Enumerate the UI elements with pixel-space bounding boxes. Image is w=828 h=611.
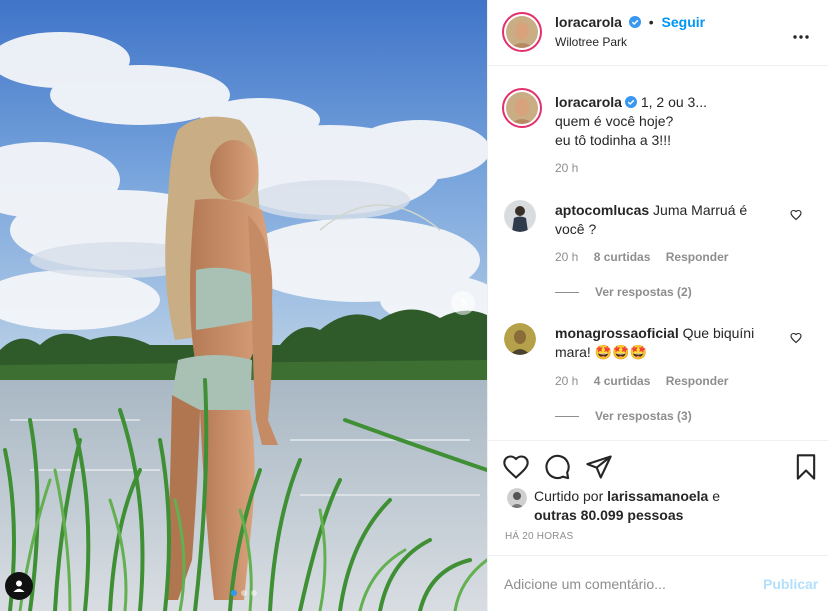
publish-button[interactable]: Publicar	[763, 576, 818, 592]
avatar	[504, 200, 536, 232]
caption-line: quem é você hoje?	[555, 113, 674, 129]
caption-time[interactable]: 20 h	[555, 161, 578, 175]
replies-divider	[555, 416, 579, 418]
post-location[interactable]: Wilotree Park	[555, 35, 627, 49]
more-options-icon	[793, 35, 809, 39]
comment-meta: 20 h 8 curtidas Responder	[555, 250, 728, 264]
view-replies-button[interactable]: Ver respostas (3)	[555, 409, 692, 423]
avatar	[506, 92, 538, 124]
post-photo[interactable]	[0, 0, 487, 611]
commenter-avatar[interactable]	[504, 323, 536, 355]
post-header: loracarola • Seguir Wilotree Park	[488, 0, 828, 66]
comment-input[interactable]	[504, 574, 754, 594]
post-sidebar: loracarola • Seguir Wilotree Park loraca…	[487, 0, 828, 611]
comment: aptocomlucas Juma Marruá é você ?	[555, 201, 785, 239]
chevron-right-icon	[460, 298, 467, 308]
verified-icon	[628, 16, 641, 28]
view-replies-button[interactable]: Ver respostas (2)	[555, 285, 692, 299]
photo-scene	[0, 0, 487, 611]
liked-by-prefix: Curtido por	[534, 488, 604, 504]
replies-divider	[555, 292, 579, 294]
comment-text: Que biquíni	[682, 325, 755, 341]
instagram-post: loracarola • Seguir Wilotree Park loraca…	[0, 0, 828, 611]
view-replies-label: Ver respostas (3)	[595, 409, 692, 423]
comment-time[interactable]: 20 h	[555, 250, 578, 264]
others-likes-link[interactable]: outras 80.099 pessoas	[534, 507, 683, 523]
author-username[interactable]: loracarola	[555, 14, 622, 30]
caption: loracarola 1, 2 ou 3... quem é você hoje…	[555, 93, 707, 150]
avatar	[506, 16, 538, 48]
comments-section: loracarola 1, 2 ou 3... quem é você hoje…	[488, 66, 828, 440]
caption-author-avatar[interactable]	[502, 88, 542, 128]
view-replies-label: Ver respostas (2)	[595, 285, 692, 299]
commenter-avatar[interactable]	[504, 200, 536, 232]
comment: monagrossaoficial Que biquíni mara! 🤩🤩🤩	[555, 324, 785, 362]
comment-icon[interactable]	[543, 453, 571, 481]
add-comment-bar: Publicar	[488, 555, 828, 611]
comment-like-icon[interactable]	[790, 209, 802, 221]
comment-likes[interactable]: 4 curtidas	[594, 374, 651, 388]
liker-username[interactable]: larissamanoela	[607, 488, 708, 504]
comment-text: você ?	[555, 221, 597, 237]
carousel-dot	[230, 590, 237, 596]
caption-line: eu tô todinha a 3!!!	[555, 132, 671, 148]
comment-username[interactable]: aptocomlucas	[555, 202, 649, 218]
comment-like-icon[interactable]	[790, 332, 802, 344]
author-avatar[interactable]	[502, 12, 542, 52]
verified-icon	[624, 96, 637, 108]
comment-likes[interactable]: 8 curtidas	[594, 250, 651, 264]
separator-dot: •	[648, 14, 654, 30]
share-icon[interactable]	[585, 453, 613, 481]
carousel-dot	[250, 590, 257, 596]
liker-avatar[interactable]	[507, 488, 527, 508]
carousel-dot	[240, 590, 247, 596]
more-options-button[interactable]	[793, 26, 817, 40]
comment-text: mara! 🤩🤩🤩	[555, 344, 647, 360]
carousel-indicator	[0, 590, 487, 596]
avatar	[507, 488, 527, 508]
reply-button[interactable]: Responder	[666, 250, 729, 264]
reply-button[interactable]: Responder	[666, 374, 729, 388]
follow-button[interactable]: Seguir	[662, 14, 706, 30]
comment-username[interactable]: monagrossaoficial	[555, 325, 679, 341]
comment-time[interactable]: 20 h	[555, 374, 578, 388]
liked-by: Curtido por larissamanoela e outras 80.0…	[534, 487, 814, 525]
avatar	[504, 323, 536, 355]
caption-username[interactable]: loracarola	[555, 94, 622, 110]
heart-icon[interactable]	[502, 453, 530, 481]
comment-text: Juma Marruá é	[653, 202, 748, 218]
comment-meta: 20 h 4 curtidas Responder	[555, 374, 728, 388]
bookmark-icon[interactable]	[792, 453, 820, 481]
post-timestamp[interactable]: HÁ 20 HORAS	[505, 531, 573, 542]
next-slide-button[interactable]	[451, 291, 475, 315]
caption-line: 1, 2 ou 3...	[640, 94, 707, 110]
liked-by-conj: e	[712, 488, 721, 504]
